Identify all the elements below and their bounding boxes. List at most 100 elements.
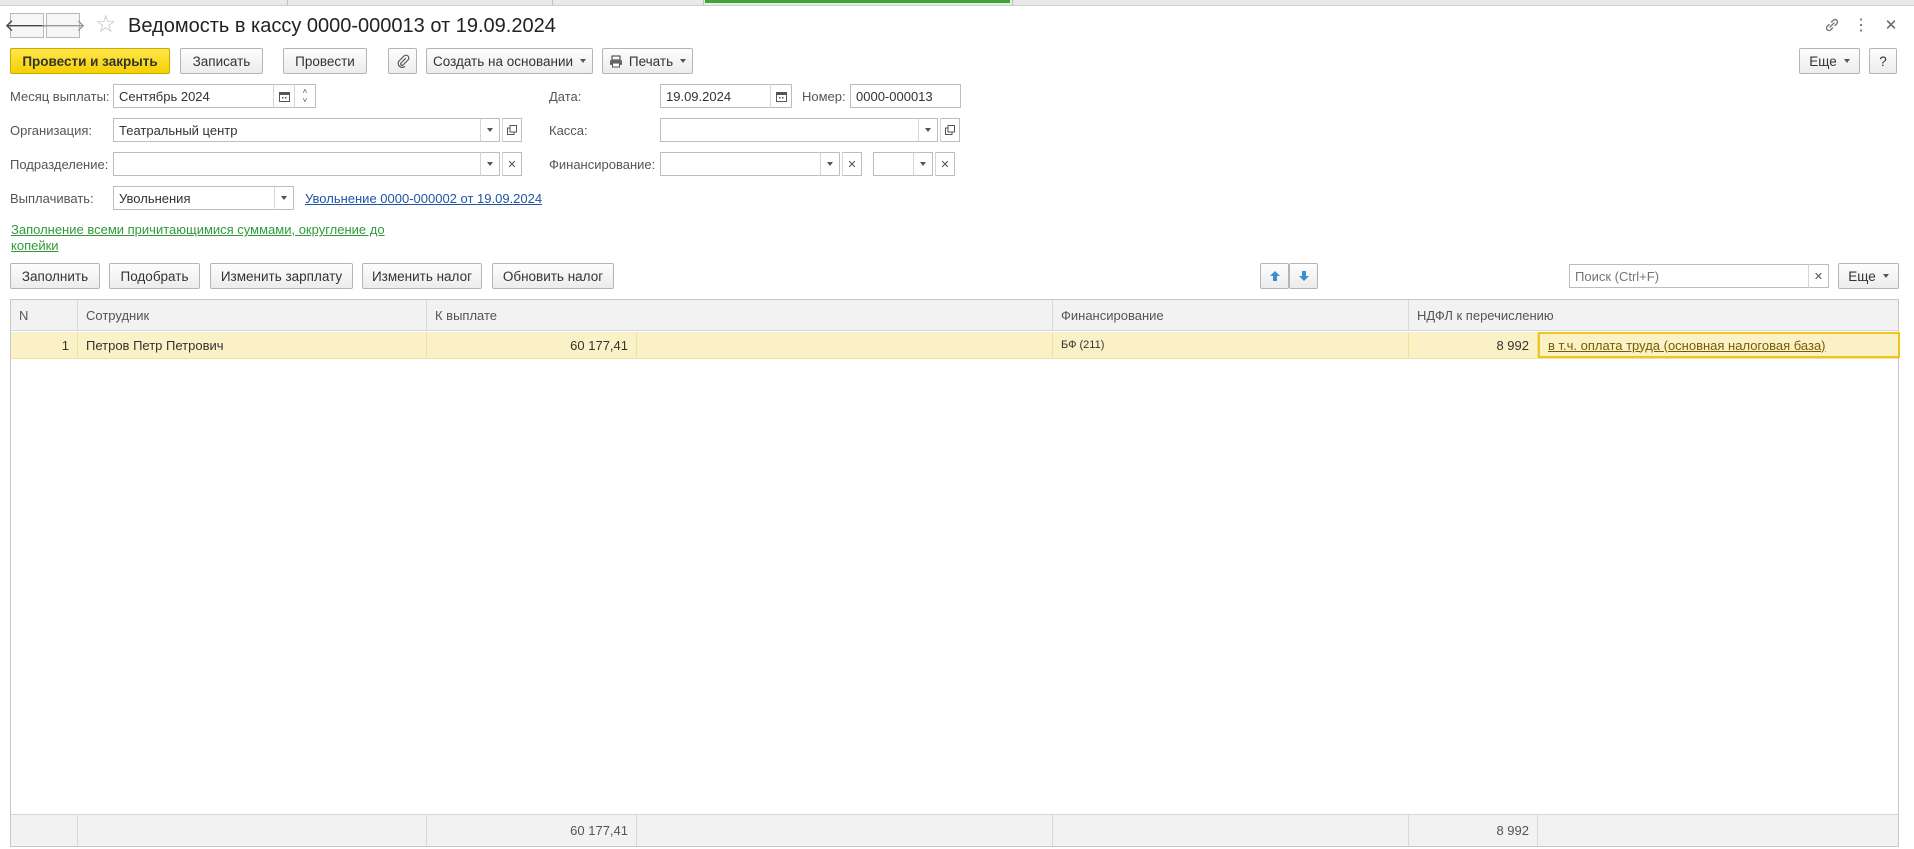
table-footer: 60 177,41 8 992 — [11, 814, 1898, 846]
column-header-financing[interactable]: Финансирование — [1053, 300, 1409, 330]
row-financing[interactable]: БФ (211) — [1053, 332, 1409, 358]
close-icon[interactable]: ✕ — [1884, 15, 1898, 35]
clear-icon: ✕ — [847, 158, 857, 171]
clear-icon: ✕ — [1813, 270, 1824, 283]
tab-separator — [703, 0, 704, 5]
spin-down-icon[interactable]: ˅ — [303, 96, 308, 105]
printer-icon — [609, 54, 623, 68]
open-window-icon — [945, 125, 955, 135]
arrow-down-icon — [1298, 270, 1310, 282]
table-more-label: Еще — [1848, 268, 1876, 284]
print-button[interactable]: Печать — [602, 48, 693, 74]
financing-2-clear-button[interactable]: ✕ — [935, 152, 955, 176]
column-header-amount[interactable]: К выплате — [427, 300, 1053, 330]
department-field[interactable] — [113, 152, 482, 176]
column-header-ndfl[interactable]: НДФЛ к перечислению — [1409, 300, 1900, 330]
window-tab-strip — [0, 0, 1914, 6]
month-spinner[interactable]: ˄ ˅ — [294, 84, 316, 108]
column-header-n[interactable]: N — [11, 300, 78, 330]
footer-cell — [1053, 815, 1409, 846]
chevron-down-icon — [580, 59, 587, 63]
post-button[interactable]: Провести — [283, 48, 367, 74]
footer-total-ndfl: 8 992 — [1409, 815, 1538, 846]
forward-button[interactable]: 🡒 — [40, 13, 86, 38]
month-label: Месяц выплаты: — [10, 89, 110, 104]
row-amount-detail[interactable] — [637, 332, 1053, 358]
chevron-down-icon — [920, 162, 926, 166]
payroll-table[interactable]: N Сотрудник К выплате Финансирование НДФ… — [10, 299, 1900, 847]
create-based-on-button[interactable]: Создать на основании — [426, 48, 593, 74]
search-input[interactable] — [1569, 264, 1810, 288]
department-dropdown-button[interactable] — [480, 152, 500, 176]
more-vertical-icon[interactable]: ⋮ — [1853, 15, 1869, 35]
cash-open-button[interactable] — [940, 118, 960, 142]
calendar-button[interactable] — [273, 84, 295, 108]
spin-up-icon[interactable]: ˄ — [303, 87, 308, 96]
attach-button[interactable] — [388, 48, 417, 74]
active-tab-indicator[interactable] — [705, 0, 1010, 3]
open-window-icon — [507, 125, 517, 135]
column-header-employee[interactable]: Сотрудник — [78, 300, 427, 330]
dismissal-document-link[interactable]: Увольнение 0000-000002 от 19.09.2024 — [305, 191, 542, 207]
organization-open-button[interactable] — [502, 118, 522, 142]
tab-separator — [1012, 0, 1013, 5]
arrow-right-icon: 🡒 — [40, 15, 86, 35]
move-down-button[interactable] — [1289, 263, 1318, 289]
footer-cell — [637, 815, 1053, 846]
table-row[interactable]: 1 Петров Петр Петрович 60 177,41 БФ (211… — [11, 332, 1900, 359]
date-field[interactable]: 19.09.2024 — [660, 84, 771, 108]
change-tax-button[interactable]: Изменить налог — [362, 263, 482, 289]
print-label: Печать — [628, 53, 674, 69]
link-icon[interactable] — [1822, 15, 1842, 35]
row-amount[interactable]: 60 177,41 — [427, 332, 637, 358]
organization-dropdown-button[interactable] — [480, 118, 500, 142]
cash-dropdown-button[interactable] — [918, 118, 938, 142]
help-button[interactable]: ? — [1869, 48, 1897, 74]
row-employee[interactable]: Петров Петр Петрович — [78, 332, 427, 358]
calendar-icon — [775, 91, 787, 102]
cash-field[interactable] — [660, 118, 920, 142]
fill-button[interactable]: Заполнить — [10, 263, 100, 289]
footer-total-amount: 60 177,41 — [427, 815, 637, 846]
more-button[interactable]: Еще — [1799, 48, 1860, 74]
calendar-icon — [278, 91, 290, 102]
chevron-down-icon — [281, 196, 287, 200]
change-salary-button[interactable]: Изменить зарплату — [210, 263, 353, 289]
pay-type-field[interactable]: Увольнения — [113, 186, 276, 210]
row-ndfl-detail-link[interactable]: в т.ч. оплата труда (основная налоговая … — [1538, 332, 1900, 358]
financing-field[interactable] — [660, 152, 822, 176]
chevron-down-icon — [925, 128, 931, 132]
back-button[interactable]: 🡐 — [4, 13, 50, 38]
paperclip-icon — [396, 54, 410, 68]
department-label: Подразделение: — [10, 157, 109, 172]
date-calendar-button[interactable] — [770, 84, 792, 108]
favorite-star-icon[interactable]: ☆ — [95, 12, 117, 38]
fill-mode-link[interactable]: Заполнение всеми причитающимися суммами,… — [11, 222, 411, 254]
financing-clear-button[interactable]: ✕ — [842, 152, 862, 176]
month-field[interactable]: Сентябрь 2024 — [113, 84, 274, 108]
post-and-close-button[interactable]: Провести и закрыть — [10, 48, 170, 74]
pick-button[interactable]: Подобрать — [109, 263, 200, 289]
department-clear-button[interactable]: ✕ — [502, 152, 522, 176]
organization-field[interactable]: Театральный центр — [113, 118, 482, 142]
update-tax-button[interactable]: Обновить налог — [492, 263, 614, 289]
save-button[interactable]: Записать — [180, 48, 263, 74]
search-clear-button[interactable]: ✕ — [1808, 264, 1829, 288]
financing-2-dropdown-button[interactable] — [913, 152, 933, 176]
number-field[interactable]: 0000-000013 — [850, 84, 961, 108]
move-up-button[interactable] — [1260, 263, 1289, 289]
create-based-on-label: Создать на основании — [432, 53, 574, 69]
row-ndfl[interactable]: 8 992 — [1409, 332, 1538, 358]
row-number: 1 — [11, 332, 78, 358]
financing-field-2[interactable] — [873, 152, 915, 176]
chevron-down-icon — [1843, 59, 1850, 63]
table-header: N Сотрудник К выплате Финансирование НДФ… — [11, 300, 1898, 331]
chevron-down-icon — [680, 59, 687, 63]
organization-label: Организация: — [10, 123, 93, 138]
table-more-button[interactable]: Еще — [1838, 263, 1899, 289]
financing-dropdown-button[interactable] — [820, 152, 840, 176]
footer-cell — [1538, 815, 1900, 846]
tab-separator — [552, 0, 553, 5]
pay-type-dropdown-button[interactable] — [274, 186, 294, 210]
clear-icon: ✕ — [507, 158, 517, 171]
